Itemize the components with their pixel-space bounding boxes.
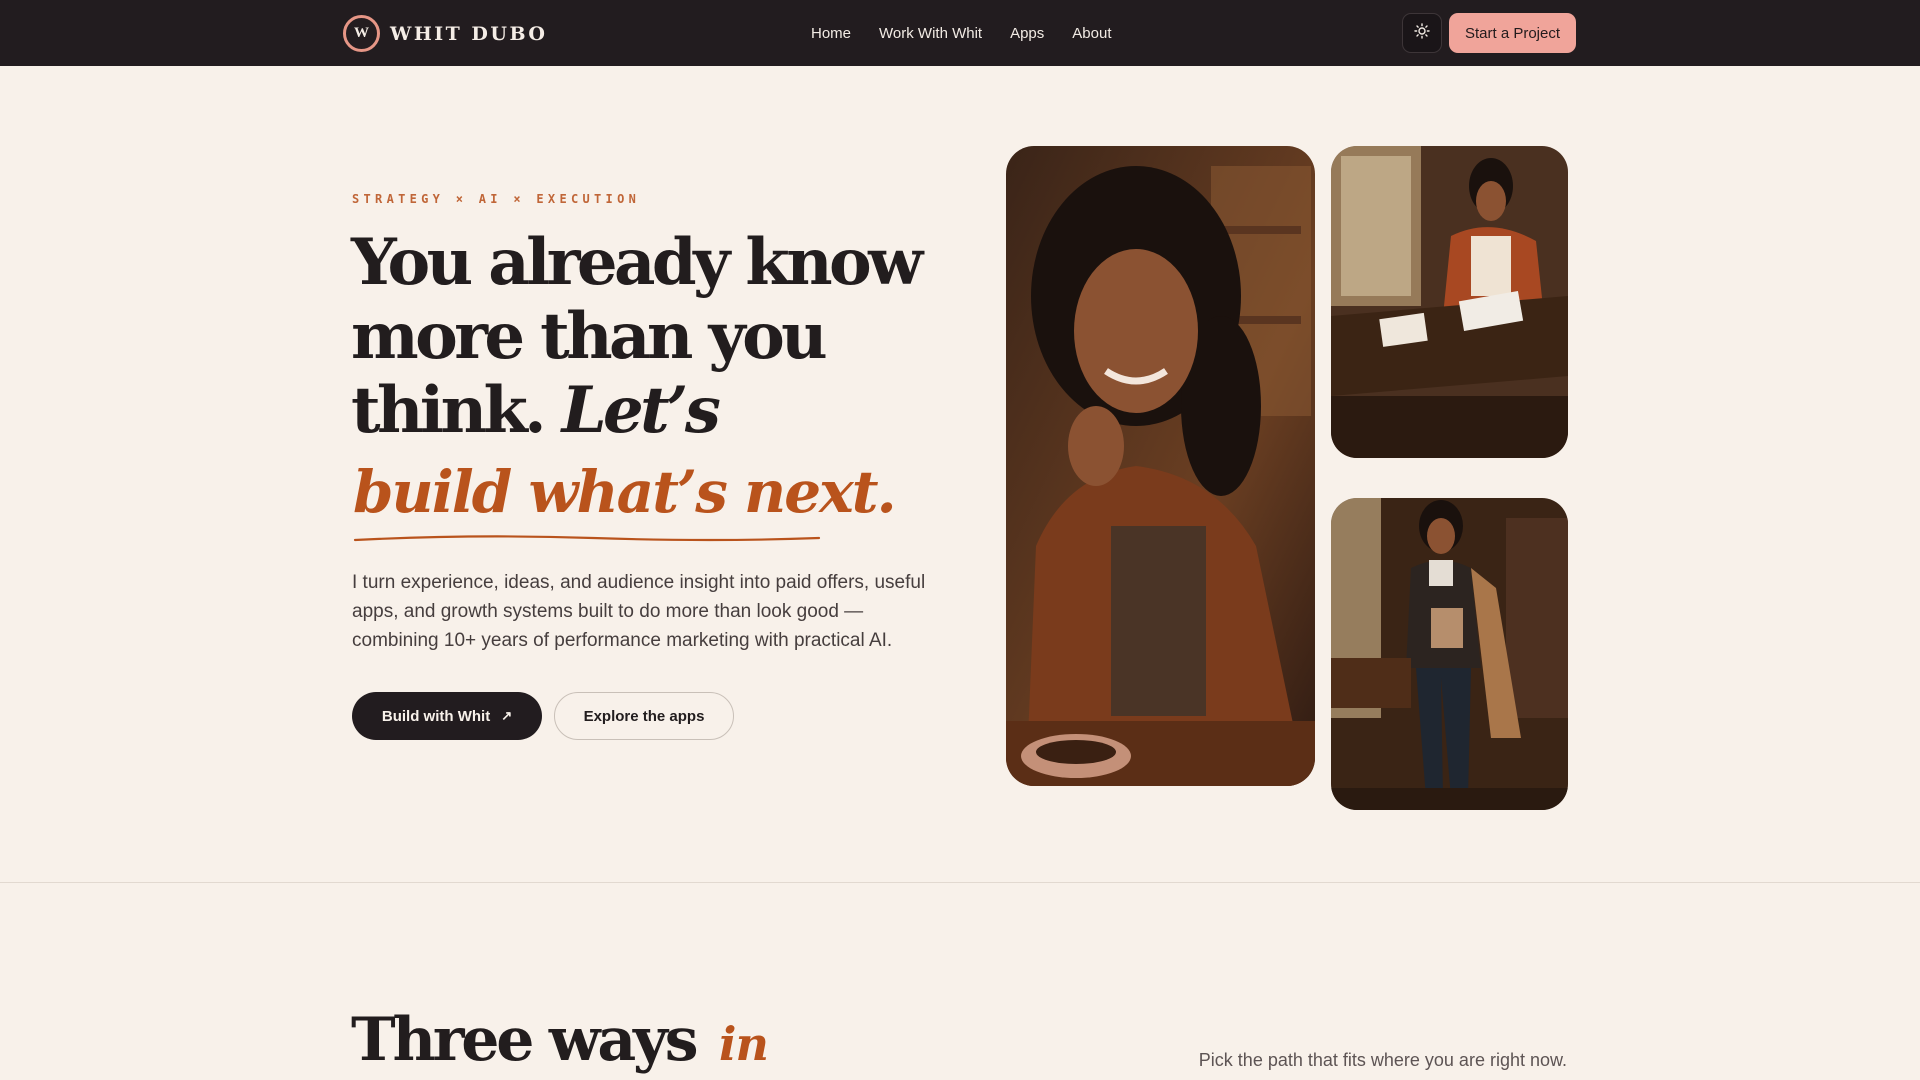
office-standing-photo (1331, 498, 1568, 810)
arrow-up-right-icon: ↗ (501, 708, 513, 723)
build-with-whit-button[interactable]: Build with Whit ↗ (352, 692, 542, 740)
theme-toggle-button[interactable] (1402, 13, 1442, 53)
portrait-photo (1006, 146, 1315, 786)
hero-script-block: build what’s next. (353, 456, 897, 546)
nav-link-apps[interactable]: Apps (1010, 25, 1044, 42)
top-nav: W WHIT DUBO Home Work With Whit Apps Abo… (0, 0, 1920, 66)
hero-headline: You already know more than you think. Le… (351, 226, 971, 448)
script-underline (353, 535, 821, 542)
hero-eyebrow: STRATEGY × AI × EXECUTION (352, 192, 641, 206)
section-title: Three ways in (351, 1005, 769, 1075)
headline-italic: Let’s (561, 373, 721, 448)
start-project-button[interactable]: Start a Project (1449, 13, 1576, 53)
headline-line-2: more than you (351, 299, 828, 374)
sun-icon (1414, 22, 1430, 44)
nav-links: Home Work With Whit Apps About (811, 0, 1139, 66)
headline-line-3: think. (351, 373, 547, 448)
hero-body: I turn experience, ideas, and audience i… (352, 572, 926, 651)
logo-mark: W (343, 15, 380, 52)
explore-apps-button[interactable]: Explore the apps (554, 692, 734, 740)
nav-link-work-with-whit[interactable]: Work With Whit (879, 25, 982, 42)
brand-name: WHIT DUBO (390, 22, 548, 45)
section-title-text: Three ways (351, 1005, 698, 1075)
desk-writing-photo (1331, 146, 1568, 458)
hero-script-text: build what’s next. (353, 458, 897, 526)
brand-logo[interactable]: W WHIT DUBO (343, 15, 547, 52)
nav-link-home[interactable]: Home (811, 25, 851, 42)
section-subtitle: Pick the path that fits where you are ri… (1198, 1050, 1567, 1070)
build-with-whit-label: Build with Whit (381, 707, 491, 725)
headline-line-1: You already know (351, 225, 923, 300)
section-title-accent: in (719, 1017, 769, 1071)
nav-link-about[interactable]: About (1072, 25, 1111, 42)
section-divider (0, 882, 1920, 883)
